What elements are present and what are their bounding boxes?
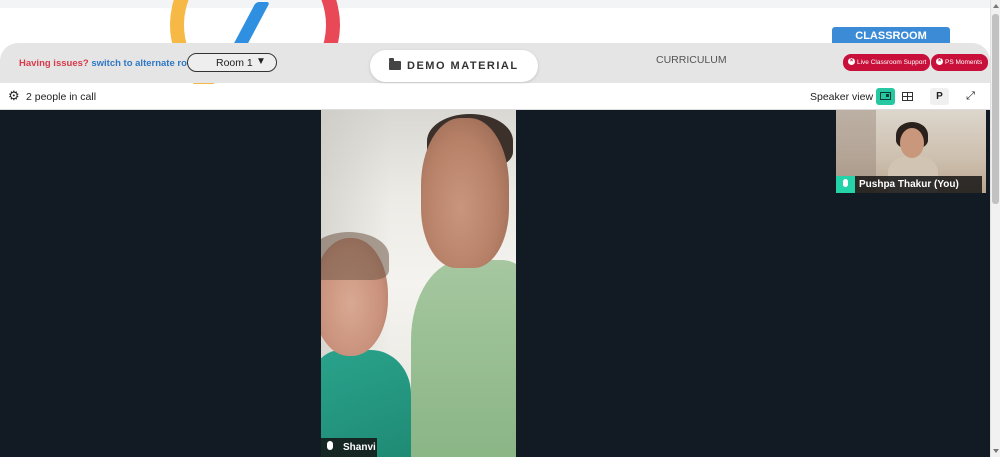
close-circle-icon: × [936,58,943,65]
self-video-nametag: Pushpa Thakur (You) [836,176,982,193]
scrollbar-thumb[interactable] [992,14,999,204]
participant-figure [900,128,924,158]
room-select[interactable]: Room 1 ▼ [187,53,277,72]
page-scrollbar[interactable] [990,0,1000,457]
curriculum-tab[interactable]: CURRICULUM [656,54,727,66]
alternate-room-link[interactable]: switch to alternate room [91,58,201,69]
participant-figure [411,260,516,457]
main-participant-name: Shanvi [343,442,376,453]
main-video-tile[interactable] [321,110,516,457]
microphone-icon [327,441,333,450]
self-participant-name: Pushpa Thakur (You) [859,179,959,190]
p-button[interactable]: P [930,88,949,105]
app-root: CLASSROOM Having issues? switch to alter… [0,0,1000,457]
browser-top-strip [0,0,990,8]
participant-figure [421,118,509,268]
settings-gear-icon[interactable]: ⚙ [8,89,20,102]
scroll-down-icon[interactable] [993,449,999,453]
expand-icon[interactable]: ⤢ [961,88,980,105]
speaker-view-icon [880,92,891,100]
room-select-value: Room 1 [216,57,253,69]
view-mode-label: Speaker view [810,91,874,103]
participant-figure [321,232,389,280]
close-circle-icon: × [848,58,855,65]
demo-material-label: DEMO MATERIAL [407,60,519,72]
demo-material-button[interactable]: DEMO MATERIAL [370,50,538,82]
scroll-up-icon[interactable] [993,4,999,8]
microphone-icon [843,179,848,187]
dropdown-arrow-icon: ▼ [256,56,266,67]
grid-view-button[interactable] [898,88,917,105]
issues-notice: Having issues? switch to alternate room [19,58,201,69]
live-support-label: Live Classroom Support [857,59,927,66]
speaker-view-button[interactable] [876,88,895,105]
grid-view-icon [902,92,913,101]
ps-moments-label: PS Moments [945,59,983,66]
ps-moments-button[interactable]: × PS Moments [931,54,988,71]
people-count: 2 people in call [26,91,97,103]
mic-status [836,176,855,193]
issues-text: Having issues? [19,58,89,69]
folder-icon [389,58,401,70]
main-video-nametag: Shanvi [321,438,377,457]
live-classroom-support-button[interactable]: × Live Classroom Support [843,54,930,71]
